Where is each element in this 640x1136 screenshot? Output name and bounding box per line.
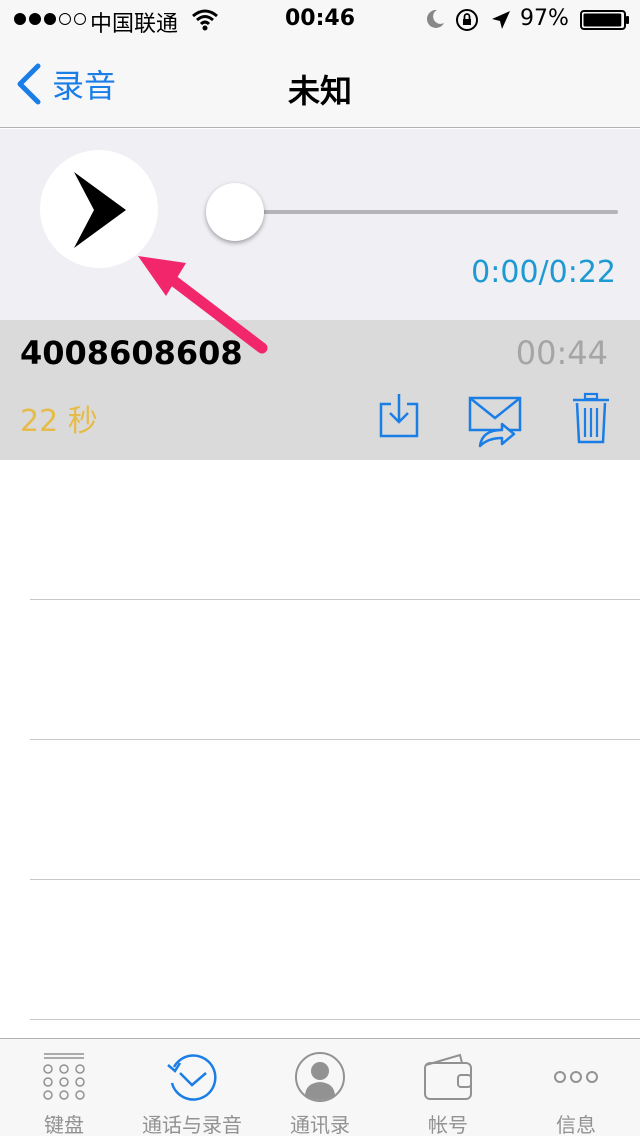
play-icon	[74, 172, 126, 248]
navigation-bar: 录音 未知	[0, 40, 640, 128]
battery-percent: 97%	[520, 6, 569, 31]
tab-account[interactable]: 帐号	[384, 1039, 512, 1136]
tab-label: 信息	[556, 1113, 596, 1136]
phone-number: 4008608608	[20, 334, 243, 372]
status-bar: 中国联通 00:46 97%	[0, 0, 640, 40]
page-title: 未知	[287, 72, 352, 110]
record-time: 00:44	[515, 334, 608, 372]
history-clock-icon	[167, 1054, 217, 1101]
moon-icon	[426, 9, 444, 28]
list-separator	[30, 599, 640, 600]
contacts-icon	[295, 1052, 345, 1102]
share-mail-icon[interactable]	[468, 396, 522, 448]
tab-label: 通讯录	[290, 1113, 350, 1136]
trash-icon[interactable]	[572, 392, 610, 444]
list-separator	[30, 1019, 640, 1020]
audio-player: 0:00/0:22	[0, 129, 640, 320]
download-icon[interactable]	[378, 392, 420, 438]
progress-slider-thumb[interactable]	[206, 183, 264, 241]
tab-bar: 键盘 通话与录音 通讯录 帐号 信息	[0, 1038, 640, 1136]
play-button[interactable]	[40, 150, 158, 268]
tab-label: 通话与录音	[142, 1113, 242, 1136]
battery-icon	[580, 10, 629, 30]
tab-messages[interactable]: 信息	[512, 1039, 640, 1136]
tab-keypad[interactable]: 键盘	[0, 1039, 128, 1136]
progress-slider-track[interactable]	[234, 210, 618, 214]
tab-label: 键盘	[44, 1113, 84, 1136]
playback-time: 0:00/0:22	[471, 255, 616, 290]
keypad-icon	[43, 1053, 85, 1100]
location-arrow-icon	[492, 11, 510, 29]
more-dots-icon	[554, 1071, 598, 1083]
rotation-lock-icon	[456, 9, 478, 31]
list-separator	[30, 739, 640, 740]
recording-duration: 22 秒	[20, 404, 98, 439]
recording-row[interactable]: 4008608608 00:44 22 秒	[0, 320, 640, 460]
wallet-icon	[424, 1053, 472, 1100]
tab-contacts[interactable]: 通讯录	[256, 1039, 384, 1136]
list-separator	[30, 879, 640, 880]
tab-calls-and-recordings[interactable]: 通话与录音	[128, 1039, 256, 1136]
tab-label: 帐号	[428, 1113, 468, 1136]
